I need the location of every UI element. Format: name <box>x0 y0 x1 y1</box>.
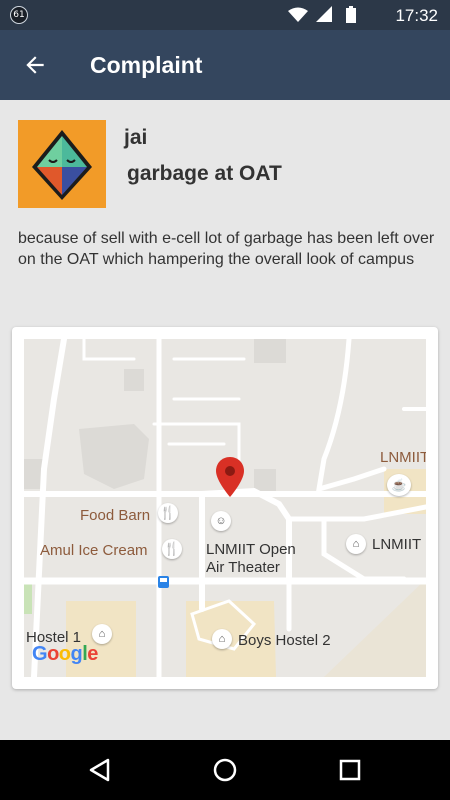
back-nav-icon[interactable] <box>86 756 114 784</box>
hotel-icon: ⌂ <box>212 629 232 649</box>
complaint-detail: jai garbage at OAT because of sell with … <box>0 100 450 740</box>
status-icons <box>288 6 356 23</box>
theater-icon: ☺ <box>211 511 231 531</box>
app-bar: Complaint <box>0 30 450 100</box>
restaurant-icon: 🍴 <box>162 539 182 559</box>
arrow-back-icon[interactable] <box>22 52 48 78</box>
system-nav-bar <box>0 740 450 800</box>
page-title: Complaint <box>90 52 203 78</box>
map-label-boys-hostel2: Boys Hostel 2 <box>238 632 331 649</box>
app-logo <box>18 120 106 208</box>
signal-icon <box>316 6 332 22</box>
complaint-user: jai <box>124 126 148 149</box>
home-nav-icon[interactable] <box>211 756 239 784</box>
map-label-lnmiit-right: LNMIIT <box>372 536 422 553</box>
recents-nav-icon[interactable] <box>336 756 364 784</box>
map-card: 🍴 Food Barn 🍴 Amul Ice Cream ☺ LNMIIT Op… <box>12 327 438 689</box>
complaint-subject: garbage at OAT <box>127 162 282 185</box>
notification-badge: 61 <box>10 6 28 24</box>
battery-icon <box>346 8 356 23</box>
wifi-icon <box>288 7 308 22</box>
map-label-lnmiit-top: LNMIIT <box>380 449 426 466</box>
map-label-oat: LNMIIT Open Air Theater <box>206 541 296 577</box>
google-logo: Google <box>32 643 98 665</box>
octahedron-logo-icon <box>32 130 92 200</box>
status-time: 17:32 <box>395 6 438 25</box>
hotel-icon: ⌂ <box>346 534 366 554</box>
location-pin-icon[interactable] <box>216 457 244 501</box>
map-label-oat-line2: Air Theater <box>206 559 280 576</box>
hotel-icon: ⌂ <box>92 624 112 644</box>
status-bar: 61 17:32 <box>0 0 450 30</box>
map-label-oat-line1: LNMIIT Open <box>206 541 296 558</box>
map-label-amul: Amul Ice Cream <box>40 542 148 559</box>
restaurant-icon: 🍴 <box>158 503 178 523</box>
complaint-description: because of sell with e-cell lot of garba… <box>18 230 435 268</box>
cafe-icon: ☕ <box>387 474 411 496</box>
map-label-food-barn: Food Barn <box>80 507 151 524</box>
location-map[interactable]: 🍴 Food Barn 🍴 Amul Ice Cream ☺ LNMIIT Op… <box>24 339 426 677</box>
